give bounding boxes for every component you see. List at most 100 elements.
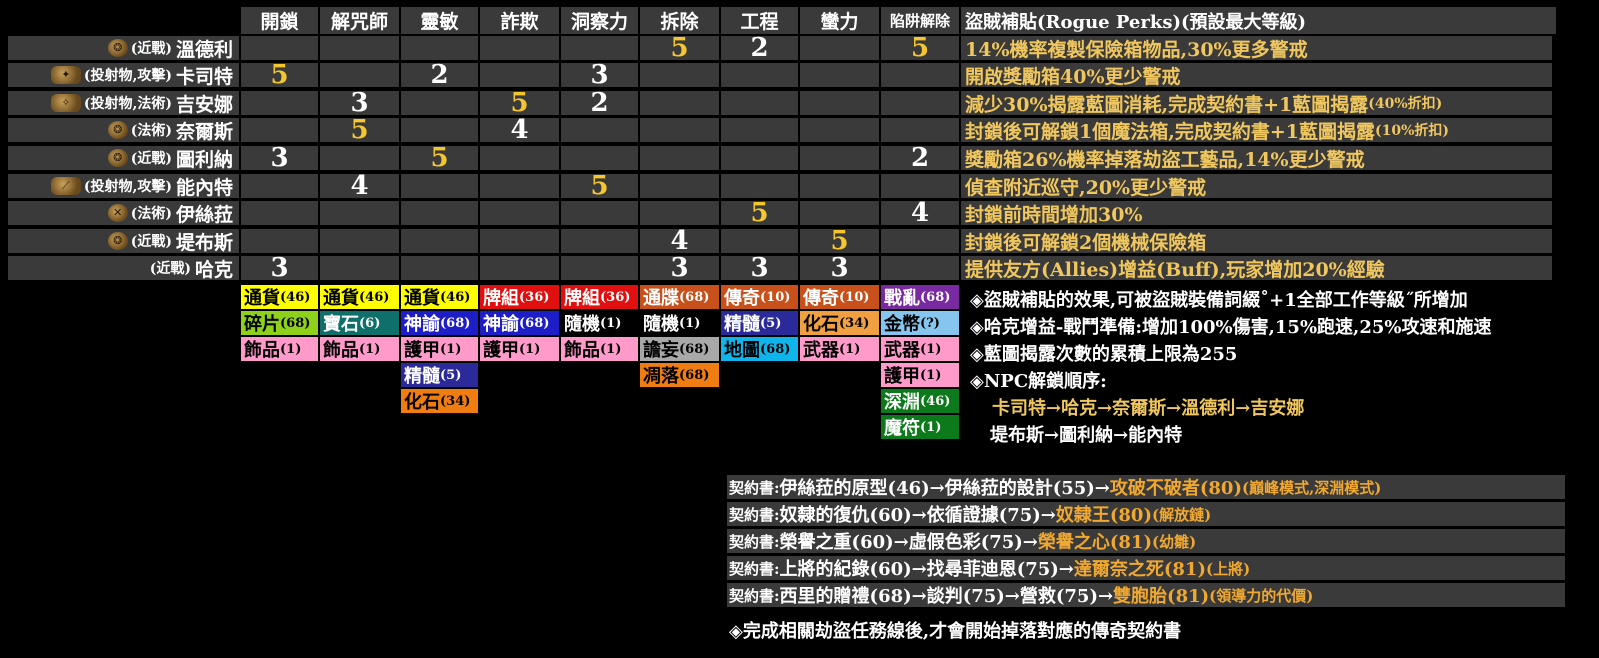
contract-path: 西里的贈禮(68)→談判(75)→營救(75)→: [779, 586, 1114, 607]
job-level-cell: 2: [401, 62, 480, 88]
reward-tag: 牌組 (36): [561, 285, 638, 309]
header-row: 開鎖 解咒師 靈敏 詐欺 洞察力 拆除 工程 蠻力 陷阱解除 盜賊補貼(Rogue Perks)(…: [241, 7, 1556, 34]
perk-main: 封鎖後可解鎖2個機械保險箱: [965, 231, 1207, 254]
note-huck-buff: ◈哈克增益-戰鬥準備:增加100%傷害,15%跑速,25%攻速和施速: [970, 317, 1492, 338]
reward-type: 通牒: [643, 288, 679, 309]
job-level-cell: 5: [401, 145, 480, 171]
npc-name: 奈爾斯: [175, 120, 233, 143]
npc-row: ✦ (投射物,攻擊) 卡司特 5 2 3 開啟獎勵箱40%更少警戒: [8, 62, 1552, 88]
contract-extra: (幼雛): [1151, 532, 1197, 551]
reward-level: (1): [679, 315, 701, 331]
column-header-9: 盜賊補貼(Rogue Perks)(預設最大等級): [961, 7, 1556, 34]
reward-type: 金幣: [884, 314, 920, 335]
contract-reward: 達爾奈之死(81): [1073, 559, 1206, 580]
npc-portrait-icon: ❂: [107, 121, 128, 139]
npc-portrait-icon: ❂: [107, 232, 128, 250]
column-header-8: 陷阱解除: [881, 7, 961, 34]
reward-level: (68): [920, 289, 951, 305]
job-level-cell: 5: [480, 90, 561, 116]
npc-portrait-icon: ✦: [50, 66, 81, 84]
job-level-cell: [561, 256, 640, 280]
reward-type: 通貨: [404, 288, 440, 309]
reward-tag: 通貨 (46): [320, 285, 399, 309]
job-level-cell: [881, 91, 961, 115]
job-level-cell: [480, 229, 561, 253]
job-level-cell: 4: [640, 228, 721, 254]
reward-column: 戰亂 (68) 金幣 (?) 武器 (1) 護甲 (1) 深淵 (46) 魔符 (1): [881, 285, 959, 439]
job-level-cell: 5: [881, 35, 961, 61]
column-header-5: 拆除: [640, 7, 721, 34]
job-level-cell: [480, 174, 561, 198]
reward-type: 隨機: [643, 314, 679, 335]
contract-label: 契約書:: [729, 505, 780, 524]
rogue-perk-text: 提供友方(Allies)增益(Buff),玩家增加20%經驗: [961, 256, 1552, 280]
job-level-cell: [480, 201, 561, 225]
column-header-0: 開鎖: [241, 7, 320, 34]
reward-tag: 碎片 (68): [241, 311, 318, 335]
reward-type: 隨機: [564, 314, 600, 335]
contract-reward: 攻破不破者(80): [1109, 478, 1242, 499]
reward-type: 地圖: [724, 340, 760, 361]
job-level-cell: 2: [881, 145, 961, 171]
reward-type: 護甲: [884, 366, 920, 387]
reward-type: 護甲: [404, 340, 440, 361]
rogue-perk-text: 封鎖後可解鎖2個機械保險箱: [961, 229, 1552, 253]
perk-main: 封鎖後可解鎖1個魔法箱,完成契約書+1藍圖揭露: [965, 120, 1375, 143]
job-level-cell: [320, 63, 401, 87]
job-level-cell: [721, 229, 800, 253]
job-level-cell: 4: [320, 173, 401, 199]
job-level-cell: 3: [241, 145, 320, 171]
contract-row: 契約書: 伊絲菈的原型(46)→伊絲菈的設計(55)→ 攻破不破者(80) (巔峰模式…: [727, 475, 1565, 499]
reward-tag: 牌組 (36): [480, 285, 559, 309]
npc-name-cell: ✧ (投射物,法術) 吉安娜: [8, 91, 241, 116]
reward-tag: 飾品 (1): [561, 337, 638, 361]
reward-column: 通貨 (46) 神諭 (68) 護甲 (1) 精髓 (5) 化石 (34): [401, 285, 478, 413]
npc-name-cell: ❂ (法術) 奈爾斯: [8, 118, 241, 143]
reward-level: (46): [920, 393, 951, 409]
npc-portrait-icon: ❂: [107, 39, 128, 57]
job-level-cell: [561, 118, 640, 142]
npc-name-cell: ❂ (近戰) 溫德利: [8, 36, 241, 61]
reward-tag: 地圖 (68): [721, 337, 798, 361]
contract-label: 契約書:: [729, 586, 780, 605]
reward-level: (1): [359, 341, 381, 357]
npc-row: ✧ (投射物,法術) 吉安娜 3 5 2 減少30%揭露藍圖消耗,完成契約書+1藍圖揭露 (4…: [8, 90, 1552, 116]
job-level-cell: [800, 36, 881, 60]
job-level-cell: [881, 229, 961, 253]
job-level-cell: [721, 174, 800, 198]
reward-type: 魔符: [884, 418, 920, 439]
column-header-2: 靈敏: [401, 7, 480, 34]
note-order-line-1: 卡司特→哈克→奈爾斯→溫德利→吉安娜: [992, 398, 1305, 419]
npc-name-cell: ⟋ (投射物,攻擊) 能內特: [8, 174, 241, 199]
npc-row: ✕ (法術) 伊絲菈 5 4 封鎖前時間增加30%: [8, 200, 1552, 226]
reward-level: (1): [600, 341, 622, 357]
job-level-cell: [881, 256, 961, 280]
reward-tag: 通牒 (68): [640, 285, 719, 309]
npc-combat-tag: (近戰): [130, 41, 172, 57]
note-npc-order: ◈NPC解鎖順序:: [970, 371, 1107, 392]
reward-type: 護甲: [483, 340, 519, 361]
rogue-perk-text: 減少30%揭露藍圖消耗,完成契約書+1藍圖揭露 (40%折扣): [961, 91, 1552, 115]
reward-tag: 精髓 (5): [721, 311, 798, 335]
reward-column: 通貨 (46) 寶石 (6) 飾品 (1): [320, 285, 399, 361]
reward-tag: 護甲 (1): [881, 363, 959, 387]
job-level-cell: 5: [800, 228, 881, 254]
reward-level: (1): [440, 341, 462, 357]
job-level-cell: [800, 63, 881, 87]
job-level-cell: [241, 201, 320, 225]
npc-combat-tag: (投射物,攻擊): [83, 68, 172, 84]
reward-tag: 戰亂 (68): [881, 285, 959, 309]
contract-row: 契約書: 榮譽之重(60)→虛假色彩(75)→ 榮譽之心(81) (幼雛): [727, 529, 1565, 553]
npc-name: 哈克: [194, 258, 233, 281]
reward-type: 精髓: [724, 314, 760, 335]
reward-column: 通貨 (46) 碎片 (68) 飾品 (1): [241, 285, 318, 361]
npc-portrait-icon: ✧: [50, 94, 81, 112]
job-level-cell: [241, 118, 320, 142]
reward-column: 通牒 (68) 隨機 (1) 譫妄 (68) 凋落 (68): [640, 285, 719, 387]
contract-extra: (解放鏈): [1151, 505, 1212, 524]
npc-row: ❂ (近戰) 溫德利 5 2 5 14%機率複製保險箱物品,30%更多警戒: [8, 35, 1552, 61]
reward-level: (34): [839, 315, 870, 331]
job-level-cell: [640, 118, 721, 142]
reward-type: 神諭: [404, 314, 440, 335]
job-level-cell: [800, 146, 881, 170]
